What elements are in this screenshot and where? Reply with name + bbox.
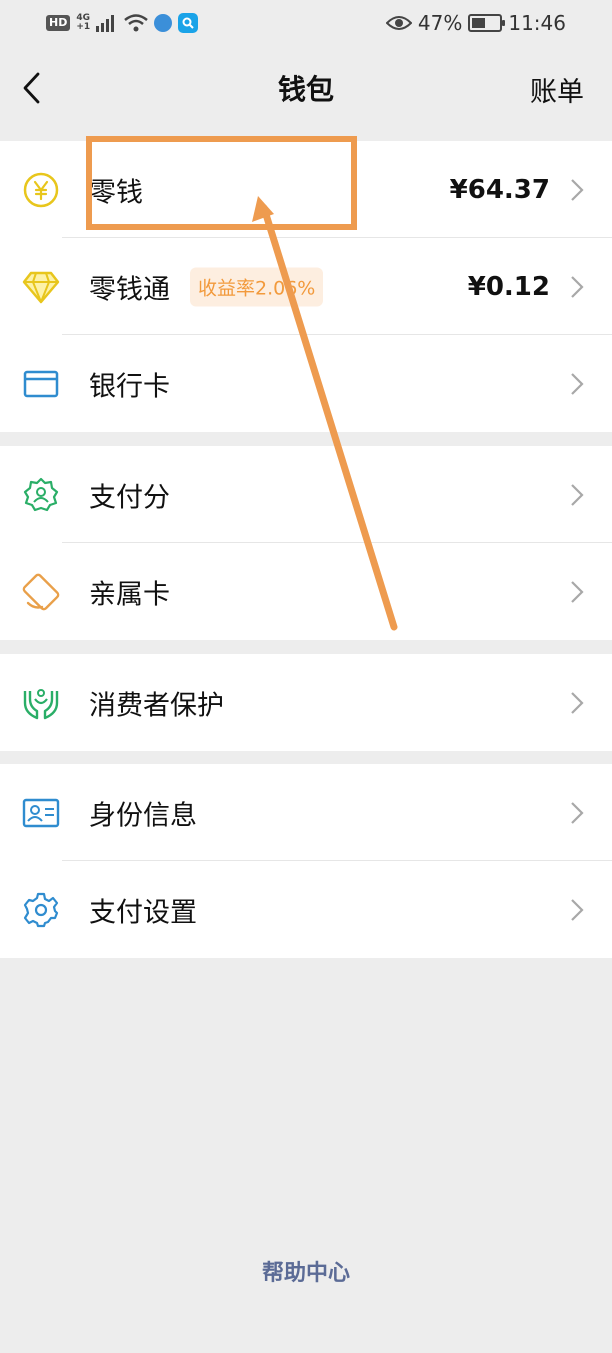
bank-card-icon <box>22 365 60 403</box>
consumer-protection-icon <box>22 684 60 722</box>
hd-indicator: HD <box>46 15 71 31</box>
settings-gear-icon <box>22 891 60 929</box>
battery-percent: 47% <box>417 11 463 35</box>
wifi-icon <box>124 14 148 32</box>
chevron-right-icon <box>571 691 584 714</box>
identity-info-item[interactable]: 身份信息 <box>0 764 612 861</box>
wallet-group-protection: 消费者保护 <box>0 654 612 751</box>
eye-icon <box>385 16 412 30</box>
network-type: 4G +1 <box>76 14 90 32</box>
help-center-link[interactable]: 帮助中心 <box>0 1255 612 1287</box>
wallet-group-funds: 零钱 ¥64.37 零钱通 收益率2.06% ¥0.12 银行卡 <box>0 141 612 432</box>
chevron-right-icon <box>571 898 584 921</box>
back-button[interactable] <box>14 68 48 108</box>
id-card-icon <box>22 794 60 832</box>
chevron-right-icon <box>571 178 584 201</box>
bank-card-label: 银行卡 <box>89 371 170 402</box>
wallet-group-account: 身份信息 支付设置 <box>0 764 612 958</box>
status-right: 47% 11:46 <box>385 11 566 35</box>
chevron-right-icon <box>571 275 584 298</box>
clock: 11:46 <box>508 11 566 35</box>
pay-score-label: 支付分 <box>89 482 170 513</box>
pay-score-icon <box>22 476 60 514</box>
chevron-right-icon <box>571 372 584 395</box>
change-plus-label: 零钱通 <box>89 274 170 305</box>
diamond-icon <box>22 268 60 306</box>
payment-settings-item[interactable]: 支付设置 <box>0 861 612 958</box>
pay-score-item[interactable]: 支付分 <box>0 446 612 543</box>
signal-icon <box>96 15 115 32</box>
consumer-protection-item[interactable]: 消费者保护 <box>0 654 612 751</box>
change-item[interactable]: 零钱 ¥64.37 <box>0 141 612 238</box>
family-card-icon <box>22 573 60 611</box>
yuan-coin-icon <box>22 171 60 209</box>
consumer-protection-label: 消费者保护 <box>89 690 224 721</box>
change-plus-item[interactable]: 零钱通 收益率2.06% ¥0.12 <box>0 238 612 335</box>
status-left: HD 4G +1 <box>46 13 199 33</box>
network-sub-label: +1 <box>76 22 91 32</box>
payment-settings-label: 支付设置 <box>89 897 197 928</box>
identity-info-label: 身份信息 <box>89 800 197 831</box>
change-label: 零钱 <box>89 177 143 208</box>
family-card-item[interactable]: 亲属卡 <box>0 543 612 640</box>
chevron-right-icon <box>571 483 584 506</box>
family-card-label: 亲属卡 <box>89 579 170 610</box>
yield-rate-badge: 收益率2.06% <box>190 267 324 306</box>
page-title: 钱包 <box>277 73 334 106</box>
app-notification-icon <box>154 14 173 32</box>
chevron-left-icon <box>23 72 40 104</box>
navigation-bar: 钱包 账单 <box>0 46 612 130</box>
change-plus-balance: ¥0.12 <box>467 271 550 302</box>
search-app-icon <box>178 13 199 33</box>
bank-card-item[interactable]: 银行卡 <box>0 335 612 432</box>
wallet-group-credit: 支付分 亲属卡 <box>0 446 612 640</box>
battery-icon <box>468 14 506 32</box>
bill-button[interactable]: 账单 <box>530 70 584 109</box>
status-bar: HD 4G +1 47% 11:46 <box>0 0 612 46</box>
change-balance: ¥64.37 <box>449 174 550 205</box>
battery-level <box>472 18 485 28</box>
chevron-right-icon <box>571 580 584 603</box>
chevron-right-icon <box>571 801 584 824</box>
